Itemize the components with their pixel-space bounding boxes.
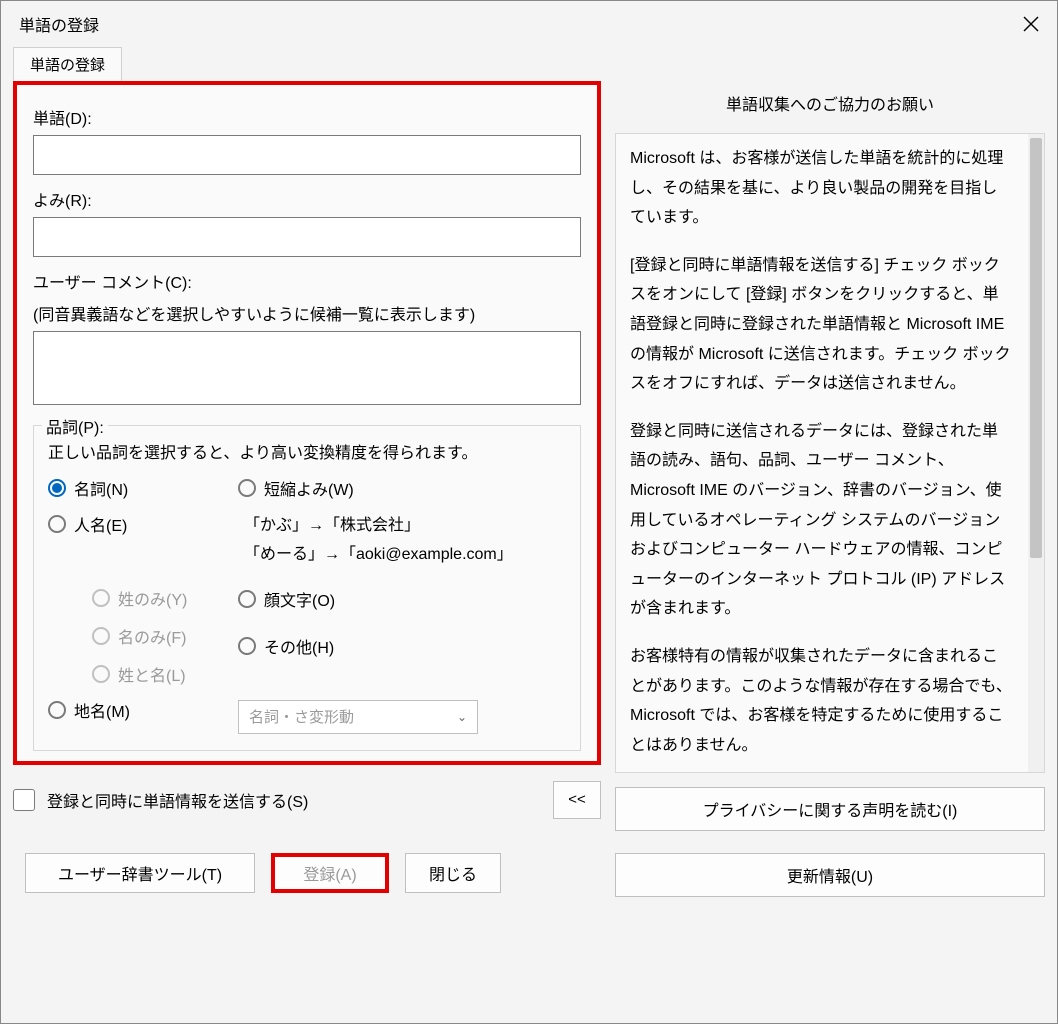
right-column: 単語収集へのご協力のお願い Microsoft は、お客様が送信した単語を統計的…	[615, 81, 1045, 1013]
info-title: 単語収集へのご協力のお願い	[615, 91, 1045, 115]
under-box: 登録と同時に単語情報を送信する(S) <<	[13, 781, 601, 819]
send-checkbox[interactable]	[13, 789, 35, 811]
radio-person[interactable]: 人名(E)	[48, 512, 238, 536]
radio-label: その他(H)	[264, 634, 334, 658]
example-line: 「めーる」→「aoki@example.com」	[244, 541, 566, 570]
radio-full-name: 姓と名(L)	[92, 662, 238, 686]
close-icon[interactable]	[1017, 10, 1045, 38]
radio-label: 顔文字(O)	[264, 587, 335, 611]
reading-input[interactable]	[33, 217, 581, 257]
radio-icon	[238, 479, 256, 497]
chevron-down-icon: ⌄	[457, 710, 467, 724]
radio-other[interactable]: その他(H)	[238, 634, 566, 658]
info-paragraph: [登録と同時に単語情報を送信する] チェック ボックスをオンにして [登録] ボ…	[630, 251, 1012, 399]
user-dict-tool-button[interactable]: ユーザー辞書ツール(T)	[25, 853, 255, 893]
reading-label: よみ(R):	[33, 187, 581, 211]
person-group: 人名(E)	[48, 512, 238, 536]
tab-register[interactable]: 単語の登録	[13, 47, 122, 81]
comment-label: ユーザー コメント(C):	[33, 269, 581, 293]
radio-label: 人名(E)	[74, 512, 127, 536]
radio-icon	[92, 589, 110, 607]
pos-other-dropdown: 名詞・さ変形動 ⌄	[238, 700, 478, 734]
info-paragraph: 登録と同時に送信されるデータには、登録された単語の読み、語句、品詞、ユーザー コ…	[630, 417, 1012, 624]
abbrev-examples: 「かぶ」→「株式会社」 「めーる」→「aoki@example.com」	[244, 512, 566, 570]
radio-icon	[238, 590, 256, 608]
radio-label: 地名(M)	[74, 698, 130, 722]
info-panel: Microsoft は、お客様が送信した単語を統計的に処理し、その結果を基に、よ…	[615, 133, 1045, 773]
dropdown-value: 名詞・さ変形動	[249, 706, 354, 727]
update-info-button[interactable]: 更新情報(U)	[615, 853, 1045, 897]
collapse-button[interactable]: <<	[553, 781, 601, 819]
radio-given-only: 名のみ(F)	[92, 624, 238, 648]
radio-icon	[92, 665, 110, 683]
scrollbar[interactable]	[1028, 134, 1044, 772]
example-line: 「かぶ」→「株式会社」	[244, 512, 566, 541]
comment-input[interactable]	[33, 331, 581, 405]
close-button[interactable]: 閉じる	[405, 853, 501, 893]
radio-icon	[48, 479, 66, 497]
info-paragraph: Microsoft は、お客様が送信した単語を統計的に処理し、その結果を基に、よ…	[630, 144, 1012, 233]
radio-abbrev[interactable]: 短縮よみ(W)	[238, 476, 566, 500]
radio-icon	[48, 515, 66, 533]
bottom-buttons: ユーザー辞書ツール(T) 登録(A) 閉じる	[25, 853, 601, 893]
radio-label: 短縮よみ(W)	[264, 476, 354, 500]
radio-surname-only: 姓のみ(Y)	[92, 586, 238, 610]
scroll-thumb[interactable]	[1030, 138, 1042, 558]
person-sub-radios: 姓のみ(Y) 名のみ(F) 姓と名(L)	[48, 586, 238, 686]
register-button[interactable]: 登録(A)	[271, 853, 389, 893]
info-paragraph: お客様特有の情報が収集されたデータに含まれることがあります。このような情報が存在…	[630, 642, 1012, 760]
radio-label: 姓のみ(Y)	[118, 586, 187, 610]
comment-hint: (同音異義語などを選択しやすいように候補一覧に表示します)	[33, 301, 581, 325]
radio-noun[interactable]: 名詞(N)	[48, 476, 238, 500]
info-text: Microsoft は、お客様が送信した単語を統計的に処理し、その結果を基に、よ…	[616, 134, 1028, 772]
send-checkbox-label: 登録と同時に単語情報を送信する(S)	[47, 788, 308, 812]
privacy-statement-button[interactable]: プライバシーに関する声明を読む(I)	[615, 787, 1045, 831]
pos-fieldset: 品詞(P): 正しい品詞を選択すると、より高い変換精度を得られます。 名詞(N)…	[33, 425, 581, 751]
word-label: 単語(D):	[33, 105, 581, 129]
tab-row: 単語の登録	[1, 47, 1057, 81]
radio-place[interactable]: 地名(M)	[48, 698, 238, 722]
radio-icon	[92, 627, 110, 645]
radio-label: 名詞(N)	[74, 476, 128, 500]
word-input[interactable]	[33, 135, 581, 175]
pos-legend: 品詞(P):	[42, 414, 108, 438]
titlebar: 単語の登録	[1, 1, 1057, 47]
radio-emoji[interactable]: 顔文字(O)	[238, 587, 566, 611]
radio-icon	[48, 701, 66, 719]
radio-icon	[238, 637, 256, 655]
content-area: 単語(D): よみ(R): ユーザー コメント(C): (同音異義語などを選択し…	[1, 81, 1057, 1023]
left-column: 単語(D): よみ(R): ユーザー コメント(C): (同音異義語などを選択し…	[13, 81, 601, 1013]
window-title: 単語の登録	[19, 12, 99, 36]
input-section: 単語(D): よみ(R): ユーザー コメント(C): (同音異義語などを選択し…	[13, 81, 601, 765]
dialog-window: 単語の登録 単語の登録 単語(D): よみ(R): ユーザー コメント(C): …	[0, 0, 1058, 1024]
pos-grid: 名詞(N) 短縮よみ(W) 人名(E)	[48, 476, 566, 734]
pos-description: 正しい品詞を選択すると、より高い変換精度を得られます。	[48, 442, 566, 466]
radio-label: 姓と名(L)	[118, 662, 186, 686]
radio-label: 名のみ(F)	[118, 624, 186, 648]
